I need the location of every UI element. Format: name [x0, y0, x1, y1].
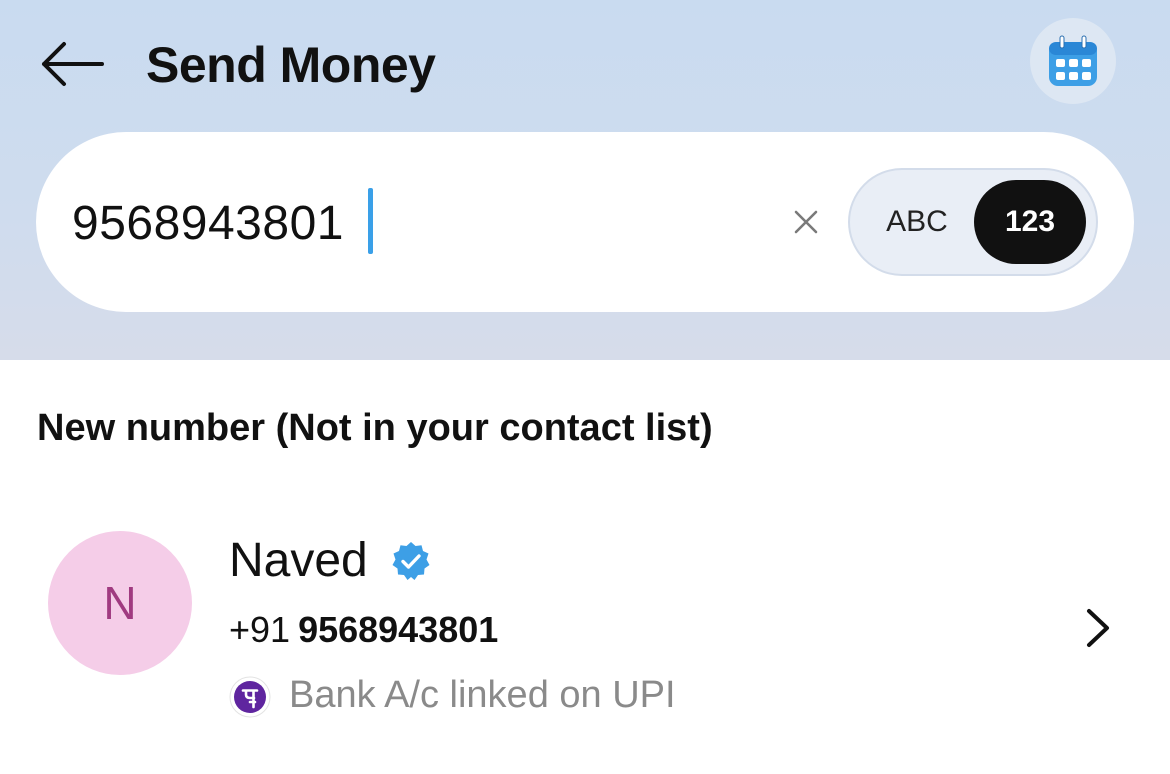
toggle-option-abc[interactable]: ABC	[858, 176, 976, 268]
toggle-option-123[interactable]: 123	[974, 180, 1086, 264]
app-header: Send Money ABC 123	[0, 0, 1170, 360]
calendar-icon	[1049, 35, 1097, 86]
close-icon	[794, 210, 818, 234]
text-caret	[368, 188, 373, 254]
avatar: N	[48, 531, 192, 675]
country-code: +91	[229, 609, 291, 650]
back-button[interactable]	[36, 36, 108, 92]
phonepe-logo-icon	[229, 676, 271, 718]
chevron-right-icon	[1087, 609, 1109, 647]
contact-phone: +91 9568943801	[229, 606, 498, 654]
contact-list-item[interactable]: N Naved +91 9568943801 Bank A/c linked on…	[0, 510, 1170, 740]
phone-search-input[interactable]	[72, 190, 392, 256]
clear-search-button[interactable]	[788, 204, 824, 240]
contact-name: Naved	[229, 534, 368, 587]
verified-badge-icon	[392, 542, 430, 580]
phone-number: 9568943801	[298, 609, 499, 650]
calendar-button[interactable]	[1030, 18, 1116, 104]
keyboard-mode-toggle: ABC 123	[848, 168, 1098, 276]
page-title: Send Money	[146, 37, 436, 93]
section-heading: New number (Not in your contact list)	[37, 407, 713, 449]
search-bar: ABC 123	[36, 132, 1134, 312]
upi-status-text: Bank A/c linked on UPI	[289, 674, 676, 716]
arrow-left-icon	[42, 42, 104, 86]
